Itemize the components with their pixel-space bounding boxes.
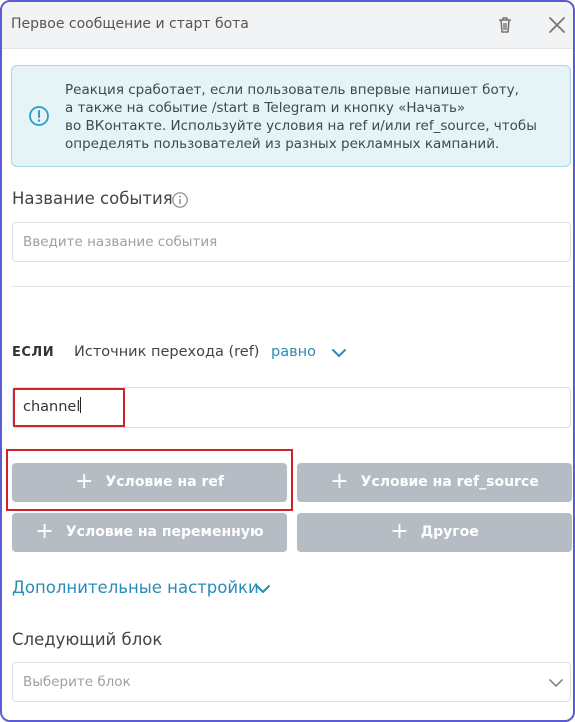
highlight-value-input <box>13 388 125 427</box>
close-icon[interactable] <box>546 14 568 36</box>
chevron-down-icon[interactable] <box>547 674 565 692</box>
add-variable-condition-button[interactable]: + Условие на переменную <box>12 513 287 552</box>
trash-icon[interactable] <box>494 14 516 36</box>
event-name-label: Название события <box>12 189 173 208</box>
button-label: Условие на ref_source <box>360 474 539 490</box>
if-label: ЕСЛИ <box>12 345 55 360</box>
plus-icon: + <box>35 519 54 544</box>
next-block-select[interactable]: Выберите блок <box>12 662 571 702</box>
button-label: Другое <box>420 524 479 540</box>
info-text: Реакция сработает, если пользователь впе… <box>65 81 555 153</box>
info-line: определять пользователей из разных рекла… <box>65 136 500 152</box>
advanced-settings-toggle[interactable]: Дополнительные настройки <box>12 578 259 597</box>
info-circle-icon <box>29 106 49 126</box>
info-line: во ВКонтакте. Используйте условия на ref… <box>65 118 537 134</box>
info-line: Реакция сработает, если пользователь впе… <box>65 82 519 98</box>
panel-title: Первое сообщение и старт бота <box>11 16 249 32</box>
event-panel: Первое сообщение и старт бота Реакция ср… <box>0 0 575 722</box>
plus-icon: + <box>390 519 409 544</box>
chevron-down-icon[interactable] <box>330 344 348 362</box>
button-label: Условие на переменную <box>65 524 264 540</box>
highlight-ref-button <box>6 449 293 511</box>
condition-source: Источник перехода (ref) <box>74 344 260 360</box>
info-icon[interactable] <box>171 191 189 209</box>
info-line: а также на событие /start в Telegram и к… <box>65 100 466 116</box>
operator-select[interactable]: равно <box>271 344 316 360</box>
add-other-condition-button[interactable]: + Другое <box>297 513 572 552</box>
add-ref-source-condition-button[interactable]: + Условие на ref_source <box>297 463 572 502</box>
panel-header: Первое сообщение и старт бота <box>2 2 573 49</box>
plus-icon: + <box>330 469 349 494</box>
next-block-label: Следующий блок <box>12 630 163 649</box>
event-name-input[interactable]: Введите название события <box>12 222 571 262</box>
chevron-down-icon[interactable] <box>254 580 272 598</box>
info-notice: Реакция сработает, если пользователь впе… <box>11 65 571 167</box>
divider <box>11 286 572 287</box>
